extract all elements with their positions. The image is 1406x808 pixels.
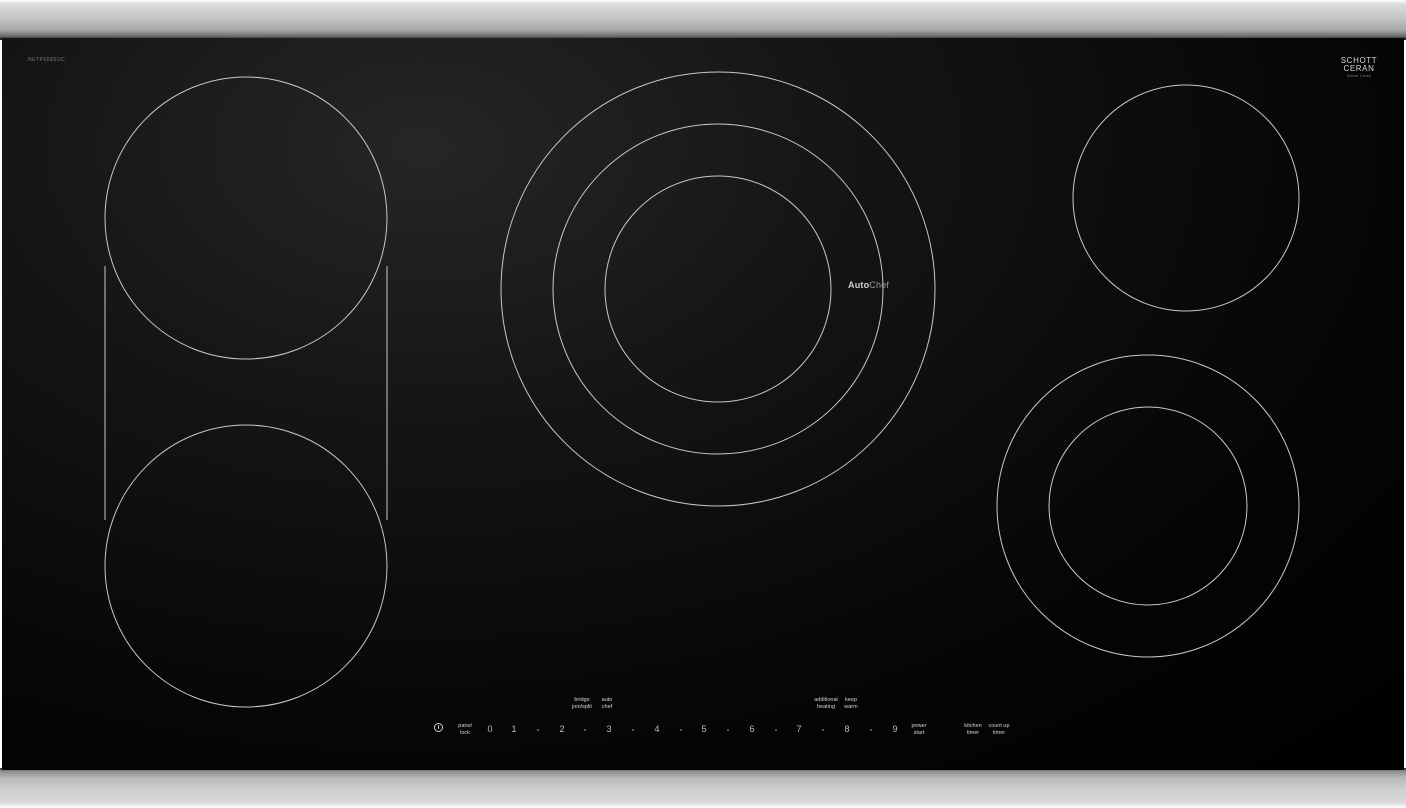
scale-4[interactable]: 4 bbox=[650, 724, 664, 734]
autochef-auto: Auto bbox=[848, 280, 870, 290]
power-start-label-1: power bbox=[911, 723, 927, 729]
scale-1[interactable]: 1 bbox=[507, 724, 521, 734]
keep-warm-label-1: keep bbox=[845, 697, 857, 703]
auto-chef-label-2: chef bbox=[601, 704, 613, 710]
scale-dot bbox=[584, 729, 586, 731]
cooktop-screenshot: NETP668SUC SCHOTT CERAN Schott Ceran Aut… bbox=[0, 0, 1406, 808]
scale-6[interactable]: 6 bbox=[745, 724, 759, 734]
scale-dot bbox=[537, 729, 539, 731]
autochef-chef: Chef bbox=[869, 280, 890, 290]
kitchen-timer-button[interactable]: kitchen timer bbox=[960, 723, 986, 737]
scale-8[interactable]: 8 bbox=[840, 724, 854, 734]
right-burner-bottom-outer[interactable] bbox=[996, 354, 1300, 658]
kitchen-timer-label-2: timer bbox=[966, 730, 980, 736]
scale-dot bbox=[822, 729, 824, 731]
count-up-timer-label-1: count up bbox=[988, 723, 1010, 729]
panel-lock-label-2: lock bbox=[460, 730, 470, 736]
power-start-label-2: start bbox=[913, 730, 925, 736]
right-burner-top[interactable] bbox=[1072, 84, 1300, 312]
kitchen-timer-label-1: kitchen bbox=[964, 723, 982, 729]
scale-5[interactable]: 5 bbox=[697, 724, 711, 734]
scale-dot bbox=[775, 729, 777, 731]
scale-7[interactable]: 7 bbox=[792, 724, 806, 734]
count-up-timer-label-2: timer bbox=[992, 730, 1006, 736]
panel-lock-label-1: panel bbox=[458, 723, 472, 729]
auto-chef-label-1: auto bbox=[601, 697, 613, 703]
count-up-timer-button[interactable]: count up timer bbox=[984, 723, 1014, 737]
bridge-burner-bottom[interactable] bbox=[104, 424, 388, 708]
scale-dot bbox=[680, 729, 682, 731]
keep-warm-label-2: warm bbox=[844, 704, 858, 710]
power-start-button[interactable]: power start bbox=[906, 723, 932, 737]
bridge-burner-top[interactable] bbox=[104, 76, 388, 360]
scale-2[interactable]: 2 bbox=[555, 724, 569, 734]
keep-warm-button[interactable]: keep warm bbox=[839, 697, 863, 711]
autochef-label: AutoChef bbox=[848, 280, 889, 290]
burner-outlines bbox=[104, 71, 1300, 708]
power-icon[interactable] bbox=[434, 723, 443, 732]
scale-dot bbox=[727, 729, 729, 731]
scale-dot bbox=[632, 729, 634, 731]
scale-9[interactable]: 9 bbox=[888, 724, 902, 734]
right-burner-bottom-inner[interactable] bbox=[1048, 406, 1248, 606]
panel-lock-button[interactable]: panel lock bbox=[453, 723, 477, 737]
scale-0[interactable]: 0 bbox=[483, 724, 497, 734]
auto-chef-button[interactable]: auto chef bbox=[596, 697, 618, 711]
scale-3[interactable]: 3 bbox=[602, 724, 616, 734]
center-burner-inner[interactable] bbox=[604, 175, 832, 403]
center-burner-middle[interactable] bbox=[552, 123, 884, 455]
scale-dot bbox=[870, 729, 872, 731]
